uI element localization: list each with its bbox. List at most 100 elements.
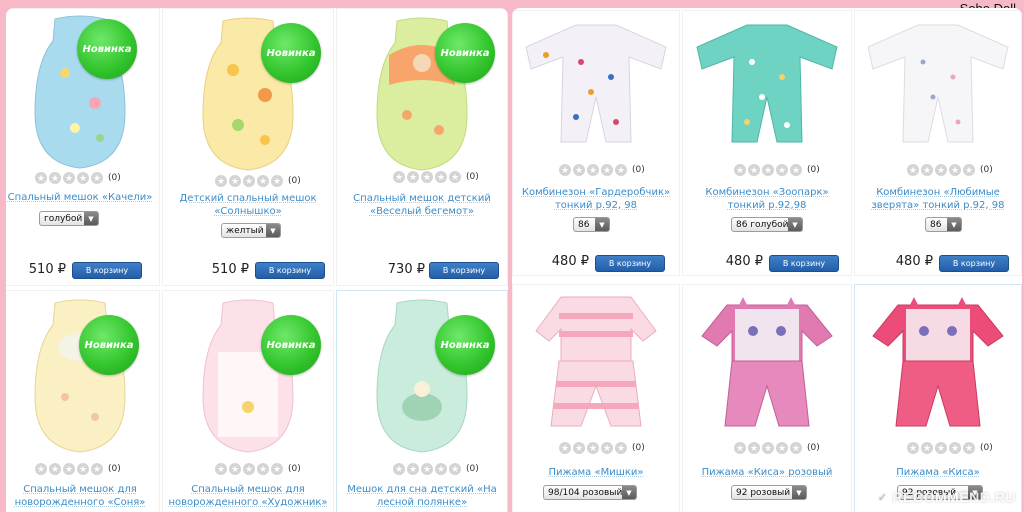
product-card[interactable]: Новинка ★ ★ ★ ★ ★ (0) Детский спальный мешок…: [162, 8, 334, 286]
product-image[interactable]: [863, 17, 1013, 147]
variant-select[interactable]: голубой ▼: [39, 211, 99, 226]
variant-select[interactable]: 92 розовый ▼: [731, 485, 807, 500]
star-icon[interactable]: ★: [587, 164, 599, 176]
rating-stars[interactable]: ★ ★ ★ ★ ★ (0): [393, 171, 479, 183]
star-icon[interactable]: ★: [257, 463, 269, 475]
rating-stars[interactable]: ★ ★ ★ ★ ★ (0): [907, 442, 993, 454]
star-icon[interactable]: ★: [91, 463, 103, 475]
product-card[interactable]: Новинка ★ ★ ★ ★ ★ (0) Мешок для сна детский …: [336, 290, 508, 512]
star-icon[interactable]: ★: [421, 171, 433, 183]
chevron-down-icon[interactable]: ▼: [266, 224, 280, 237]
product-title[interactable]: Пижама «Киса»: [855, 466, 1021, 479]
star-icon[interactable]: ★: [601, 164, 613, 176]
product-card[interactable]: ★ ★ ★ ★ ★ (0) Пижама «Киса» розовый 92 розов…: [682, 284, 852, 512]
product-card[interactable]: Новинка ★ ★ ★ ★ ★ (0) Спальный мешок для нов…: [6, 290, 160, 512]
rating-stars[interactable]: ★ ★ ★ ★ ★ (0): [393, 463, 479, 475]
variant-select[interactable]: желтый ▼: [221, 223, 281, 238]
star-icon[interactable]: ★: [963, 442, 975, 454]
star-icon[interactable]: ★: [77, 172, 89, 184]
star-icon[interactable]: ★: [615, 442, 627, 454]
star-icon[interactable]: ★: [573, 164, 585, 176]
star-icon[interactable]: ★: [435, 171, 447, 183]
product-card[interactable]: ★ ★ ★ ★ ★ (0) Пижама «Киса» 92 розовый ▼: [854, 284, 1022, 512]
star-icon[interactable]: ★: [215, 175, 227, 187]
product-title[interactable]: Комбинезон «Любимые зверята» тонкий р.92…: [855, 186, 1021, 212]
add-to-cart-button[interactable]: В корзину: [255, 262, 325, 279]
rating-stars[interactable]: ★ ★ ★ ★ ★ (0): [559, 442, 645, 454]
product-card[interactable]: Новинка ★ ★ ★ ★ ★ (0) Спальный мешок «Качели…: [6, 8, 160, 286]
star-icon[interactable]: ★: [407, 463, 419, 475]
star-icon[interactable]: ★: [77, 463, 89, 475]
variant-select[interactable]: 86 ▼: [573, 217, 610, 232]
star-icon[interactable]: ★: [63, 172, 75, 184]
star-icon[interactable]: ★: [573, 442, 585, 454]
product-title[interactable]: Мешок для сна детский «На лесной полянке…: [337, 483, 507, 509]
star-icon[interactable]: ★: [35, 463, 47, 475]
rating-stars[interactable]: ★ ★ ★ ★ ★ (0): [215, 175, 301, 187]
product-title[interactable]: Пижама «Мишки»: [513, 466, 679, 479]
product-title[interactable]: Детский спальный мешок «Солнышко»: [163, 192, 333, 218]
star-icon[interactable]: ★: [271, 175, 283, 187]
star-icon[interactable]: ★: [776, 442, 788, 454]
rating-stars[interactable]: ★ ★ ★ ★ ★ (0): [559, 164, 645, 176]
star-icon[interactable]: ★: [762, 164, 774, 176]
star-icon[interactable]: ★: [921, 442, 933, 454]
product-title[interactable]: Спальный мешок для новорожденного «Худож…: [163, 483, 333, 509]
star-icon[interactable]: ★: [734, 164, 746, 176]
star-icon[interactable]: ★: [748, 442, 760, 454]
star-icon[interactable]: ★: [935, 164, 947, 176]
star-icon[interactable]: ★: [49, 463, 61, 475]
star-icon[interactable]: ★: [615, 164, 627, 176]
add-to-cart-button[interactable]: В корзину: [769, 255, 839, 272]
star-icon[interactable]: ★: [907, 164, 919, 176]
star-icon[interactable]: ★: [559, 442, 571, 454]
star-icon[interactable]: ★: [435, 463, 447, 475]
product-card[interactable]: ★ ★ ★ ★ ★ (0) Комбинезон «Зоопарк» тонкий р.…: [682, 10, 852, 276]
star-icon[interactable]: ★: [449, 463, 461, 475]
variant-select[interactable]: 86 ▼: [925, 217, 962, 232]
star-icon[interactable]: ★: [587, 442, 599, 454]
rating-stars[interactable]: ★ ★ ★ ★ ★ (0): [734, 164, 820, 176]
star-icon[interactable]: ★: [215, 463, 227, 475]
rating-stars[interactable]: ★ ★ ★ ★ ★ (0): [215, 463, 301, 475]
star-icon[interactable]: ★: [734, 442, 746, 454]
variant-select[interactable]: 86 голубой ▼: [731, 217, 803, 232]
add-to-cart-button[interactable]: В корзину: [595, 255, 665, 272]
chevron-down-icon[interactable]: ▼: [788, 218, 802, 231]
star-icon[interactable]: ★: [949, 442, 961, 454]
star-icon[interactable]: ★: [63, 463, 75, 475]
product-card[interactable]: ★ ★ ★ ★ ★ (0) Комбинезон «Гардеробчик» тонки…: [512, 10, 680, 276]
star-icon[interactable]: ★: [407, 171, 419, 183]
star-icon[interactable]: ★: [921, 164, 933, 176]
product-title[interactable]: Пижама «Киса» розовый: [683, 466, 851, 479]
star-icon[interactable]: ★: [35, 172, 47, 184]
add-to-cart-button[interactable]: В корзину: [939, 255, 1009, 272]
star-icon[interactable]: ★: [559, 164, 571, 176]
star-icon[interactable]: ★: [257, 175, 269, 187]
star-icon[interactable]: ★: [748, 164, 760, 176]
add-to-cart-button[interactable]: В корзину: [72, 262, 142, 279]
product-card[interactable]: Новинка ★ ★ ★ ★ ★ (0) Спальный мешок детский…: [336, 8, 508, 286]
star-icon[interactable]: ★: [271, 463, 283, 475]
star-icon[interactable]: ★: [949, 164, 961, 176]
product-card[interactable]: ★ ★ ★ ★ ★ (0) Пижама «Мишки» 98/104 розовый …: [512, 284, 680, 512]
star-icon[interactable]: ★: [229, 175, 241, 187]
product-title[interactable]: Комбинезон «Гардеробчик» тонкий р.92, 98: [513, 186, 679, 212]
star-icon[interactable]: ★: [393, 463, 405, 475]
product-title[interactable]: Комбинезон «Зоопарк» тонкий р.92,98: [683, 186, 851, 212]
star-icon[interactable]: ★: [243, 463, 255, 475]
product-image[interactable]: [531, 291, 661, 431]
rating-stars[interactable]: ★ ★ ★ ★ ★ (0): [734, 442, 820, 454]
star-icon[interactable]: ★: [229, 463, 241, 475]
rating-stars[interactable]: ★ ★ ★ ★ ★ (0): [35, 463, 121, 475]
chevron-down-icon[interactable]: ▼: [622, 486, 636, 499]
chevron-down-icon[interactable]: ▼: [595, 218, 609, 231]
star-icon[interactable]: ★: [790, 164, 802, 176]
star-icon[interactable]: ★: [393, 171, 405, 183]
variant-select[interactable]: 98/104 розовый ▼: [543, 485, 637, 500]
product-title[interactable]: Спальный мешок «Качели»: [6, 191, 159, 204]
star-icon[interactable]: ★: [776, 164, 788, 176]
product-image[interactable]: [692, 17, 842, 147]
star-icon[interactable]: ★: [243, 175, 255, 187]
product-card[interactable]: Новинка ★ ★ ★ ★ ★ (0) Спальный мешок для нов…: [162, 290, 334, 512]
